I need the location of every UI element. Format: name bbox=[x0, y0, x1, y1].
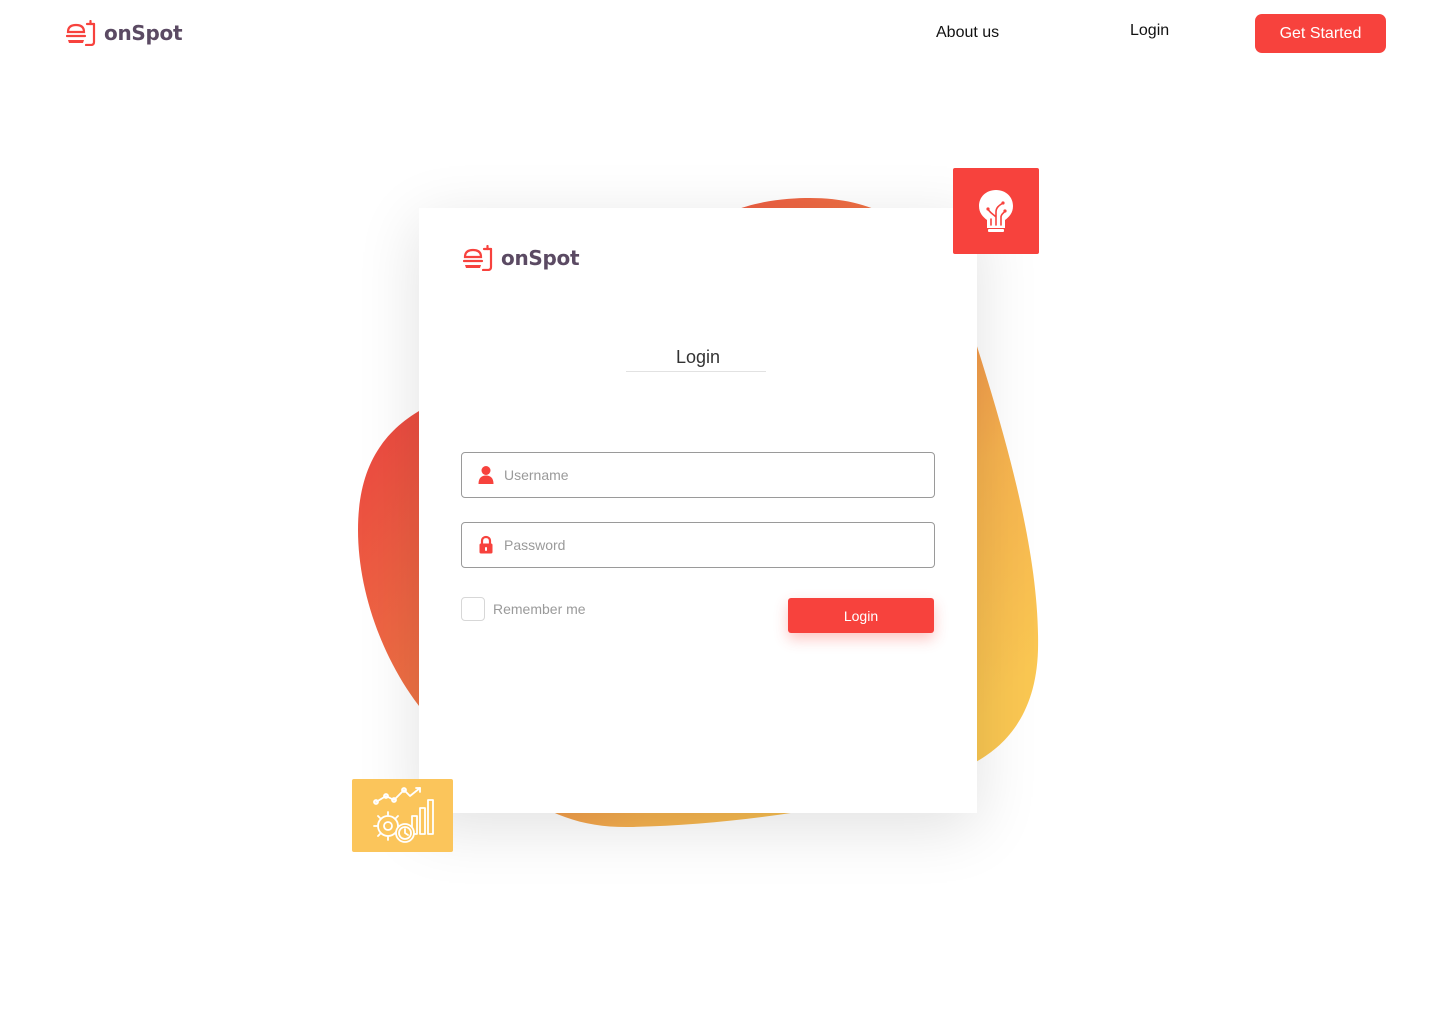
lightbulb-tile bbox=[953, 168, 1039, 254]
remember-me[interactable]: Remember me bbox=[461, 597, 586, 621]
card-logo: onSpot bbox=[463, 243, 580, 273]
get-started-button[interactable]: Get Started bbox=[1255, 14, 1386, 53]
remember-me-checkbox[interactable] bbox=[461, 597, 485, 621]
lock-icon bbox=[477, 535, 495, 555]
username-field[interactable] bbox=[461, 452, 935, 498]
burger-box-icon bbox=[463, 245, 493, 271]
password-input[interactable] bbox=[504, 523, 924, 567]
burger-box-icon bbox=[66, 20, 96, 46]
password-field[interactable] bbox=[461, 522, 935, 568]
analytics-gears-icon bbox=[372, 786, 434, 843]
login-card: onSpot Login Remember me Login bbox=[419, 208, 977, 813]
user-icon bbox=[477, 465, 495, 485]
brand-name: onSpot bbox=[104, 21, 183, 45]
remember-me-label: Remember me bbox=[493, 601, 586, 617]
login-title: Login bbox=[675, 347, 721, 367]
nav-login-link[interactable]: Login bbox=[1130, 22, 1169, 40]
username-input[interactable] bbox=[504, 453, 924, 497]
login-submit-button[interactable]: Login bbox=[788, 598, 934, 633]
nav-about-us-link[interactable]: About us bbox=[936, 24, 999, 42]
title-underline bbox=[626, 371, 766, 372]
header-logo[interactable]: onSpot bbox=[66, 18, 183, 48]
lightbulb-icon bbox=[979, 190, 1013, 232]
card-brand-name: onSpot bbox=[501, 246, 580, 270]
analytics-tile bbox=[352, 779, 453, 852]
